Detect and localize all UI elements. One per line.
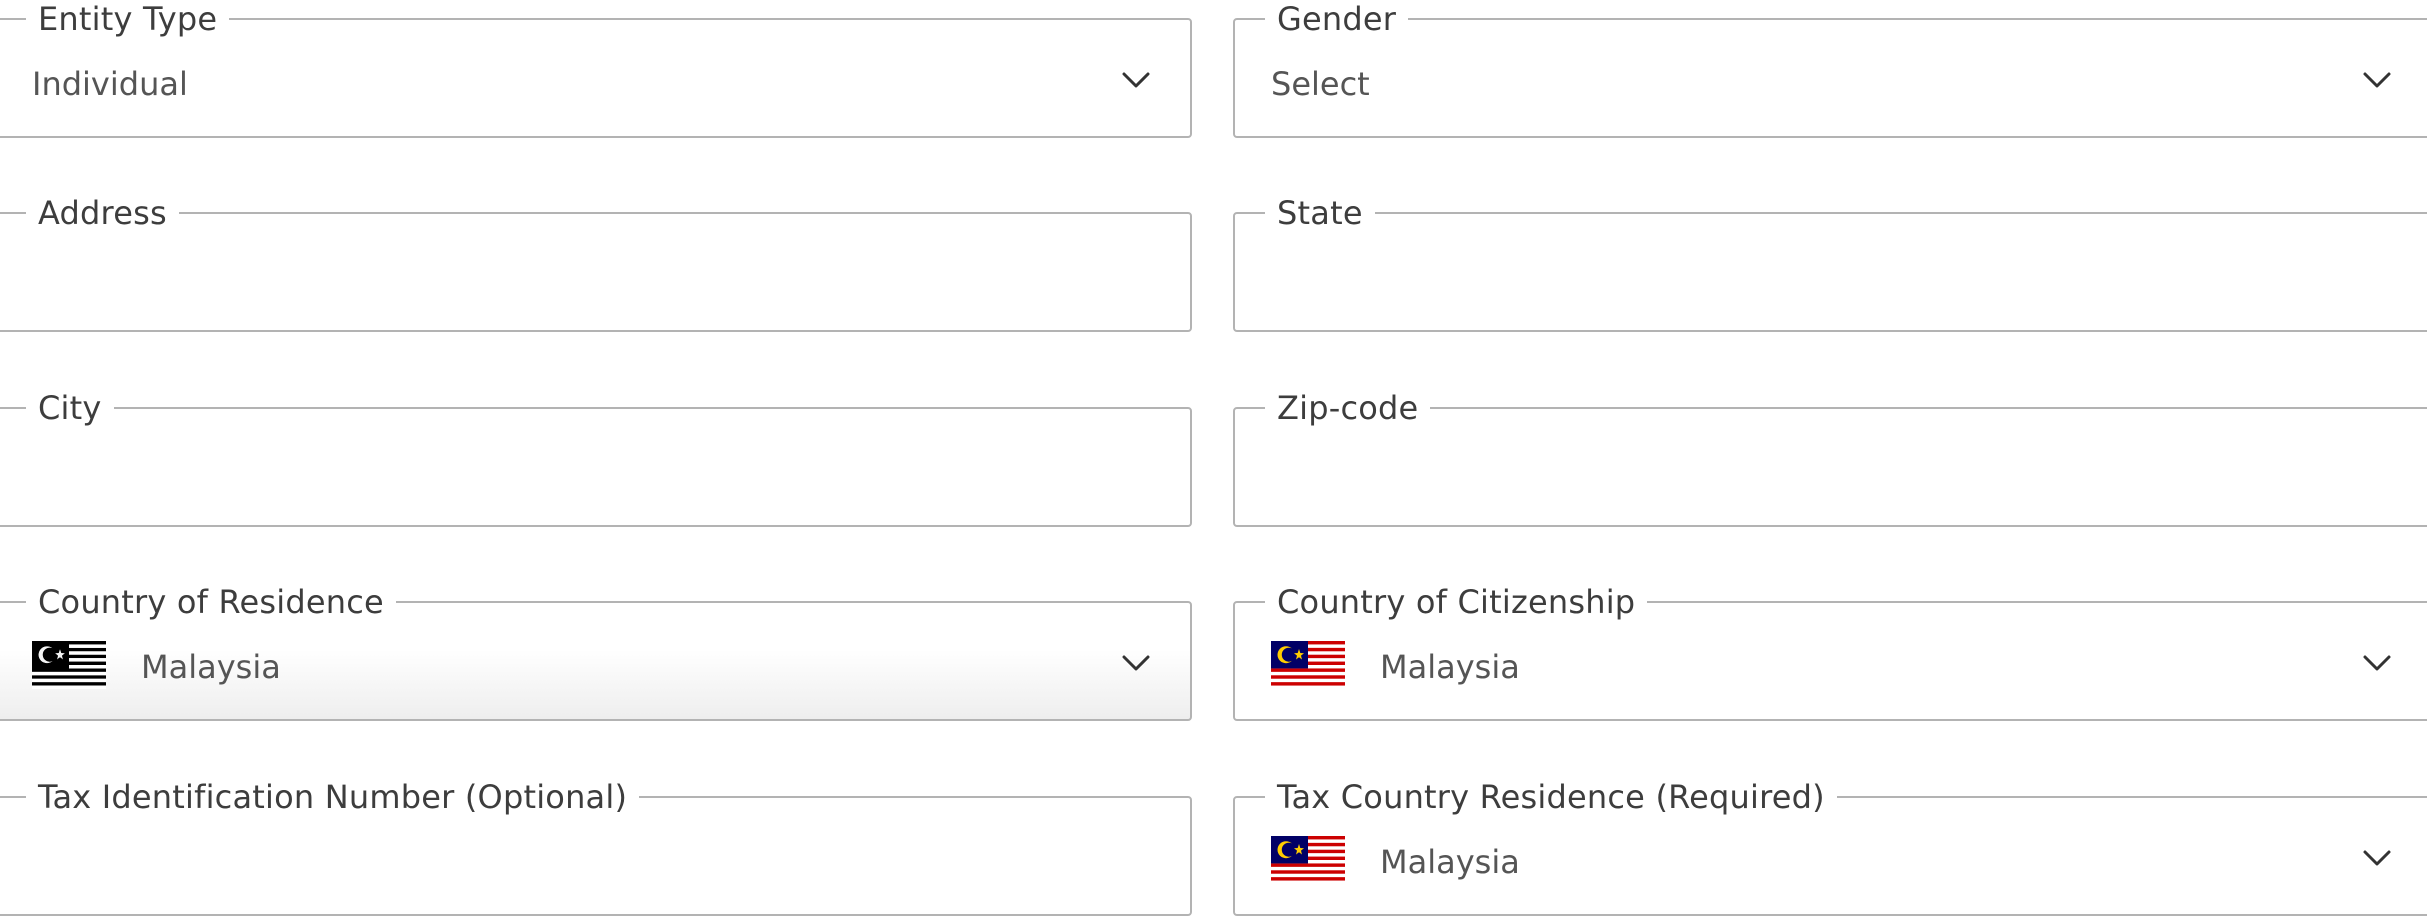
tax-identification-number-input[interactable] bbox=[26, 838, 1160, 888]
gender-label: Gender bbox=[1265, 0, 1409, 39]
city-field[interactable]: City bbox=[0, 388, 1192, 527]
zip-code-label: Zip-code bbox=[1265, 388, 1431, 428]
gender-value: Select bbox=[1271, 65, 1370, 103]
malaysia-flag-icon bbox=[1271, 641, 1345, 689]
malaysia-flag-icon bbox=[1271, 836, 1345, 884]
state-input[interactable] bbox=[1265, 254, 2401, 304]
malaysia-flag-icon bbox=[32, 641, 106, 689]
country-of-residence-select[interactable]: Country of Residence Malaysia bbox=[0, 582, 1192, 721]
country-of-citizenship-value: Malaysia bbox=[1380, 648, 1520, 686]
country-of-residence-value: Malaysia bbox=[141, 648, 281, 686]
tax-identification-number-field[interactable]: Tax Identification Number (Optional) bbox=[0, 777, 1192, 916]
tax-country-residence-label: Tax Country Residence (Required) bbox=[1265, 777, 1837, 817]
zip-code-field[interactable]: Zip-code bbox=[1233, 388, 2427, 527]
address-field[interactable]: Address bbox=[0, 193, 1192, 332]
gender-select[interactable]: Gender Select bbox=[1233, 0, 2427, 138]
entity-type-label: Entity Type bbox=[26, 0, 230, 39]
chevron-down-icon[interactable] bbox=[1118, 645, 1154, 681]
chevron-down-icon[interactable] bbox=[2359, 840, 2395, 876]
address-label: Address bbox=[26, 193, 179, 233]
address-input[interactable] bbox=[26, 254, 1160, 304]
city-label: City bbox=[26, 388, 114, 428]
zip-code-input[interactable] bbox=[1265, 449, 2401, 499]
tax-identification-number-label: Tax Identification Number (Optional) bbox=[26, 777, 640, 817]
tax-country-residence-select[interactable]: Tax Country Residence (Required) Malaysi… bbox=[1233, 777, 2427, 916]
city-input[interactable] bbox=[26, 449, 1160, 499]
entity-type-select[interactable]: Entity Type Individual bbox=[0, 0, 1192, 138]
state-field[interactable]: State bbox=[1233, 193, 2427, 332]
entity-type-value: Individual bbox=[32, 65, 188, 103]
chevron-down-icon[interactable] bbox=[1118, 62, 1154, 98]
country-of-citizenship-select[interactable]: Country of Citizenship Malaysia bbox=[1233, 582, 2427, 721]
chevron-down-icon[interactable] bbox=[2359, 62, 2395, 98]
state-label: State bbox=[1265, 193, 1375, 233]
country-of-citizenship-label: Country of Citizenship bbox=[1265, 582, 1648, 622]
tax-country-residence-value: Malaysia bbox=[1380, 843, 1520, 881]
country-of-residence-label: Country of Residence bbox=[26, 582, 396, 622]
chevron-down-icon[interactable] bbox=[2359, 645, 2395, 681]
